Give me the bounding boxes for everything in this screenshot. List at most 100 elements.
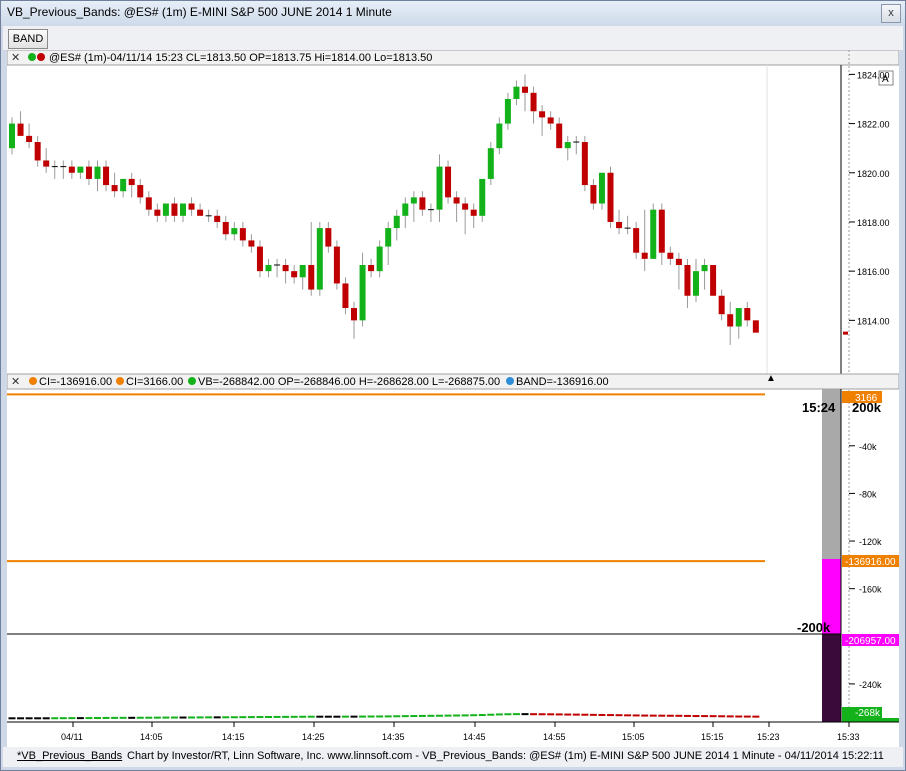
indicator-tick-label: -160k — [859, 585, 882, 595]
time-tick-label: 14:35 — [382, 732, 405, 742]
candle-body — [496, 123, 503, 149]
candle-body — [43, 160, 50, 167]
candle-body — [77, 166, 84, 173]
candle-body — [393, 215, 400, 229]
down-bar-swatch-icon — [37, 53, 45, 61]
candle-body — [744, 308, 751, 321]
candle-body — [342, 283, 349, 309]
candle-body — [616, 221, 623, 229]
ci2-readout: CI=3166.00 — [126, 376, 183, 388]
price-tick-label: 1824.00 — [857, 70, 890, 80]
price-header-text: @ES# (1m)-04/11/14 15:23 CL=1813.50 OP=1… — [49, 52, 432, 64]
price-tick-label: 1820.00 — [857, 169, 890, 179]
time-tick-label: 15:05 — [622, 732, 645, 742]
candle-body — [299, 265, 306, 278]
vb-swatch-icon — [188, 377, 196, 385]
candle-body — [522, 86, 528, 93]
dark-range-bar — [822, 634, 841, 722]
candle-body — [368, 265, 375, 272]
candle-body — [145, 197, 152, 210]
candle-body — [137, 185, 144, 198]
indicator-tick-label: -120k — [859, 537, 882, 547]
time-cursor-icon: ▲ — [766, 373, 776, 384]
time-marker-label: 15:24 — [802, 400, 836, 415]
candle-body — [231, 228, 238, 235]
candle-body — [684, 265, 691, 296]
price-tick-label: 1814.00 — [857, 316, 890, 326]
candle-body — [333, 246, 340, 284]
candle-body — [470, 209, 477, 216]
candle-body — [171, 203, 178, 216]
candle-body — [239, 228, 246, 241]
candle-body — [479, 178, 486, 216]
price-pane-close-icon[interactable]: ✕ — [11, 52, 20, 64]
title-bar: VB_Previous_Bands: @ES# (1m) E-MINI S&P … — [1, 1, 905, 25]
price-tick-label: 1818.00 — [857, 218, 890, 228]
candle-body — [735, 308, 742, 327]
lower-marker-label: -206957.00 — [845, 636, 896, 647]
last-price-tick — [843, 331, 848, 335]
price-tick-label: 1816.00 — [857, 267, 890, 277]
price-scale: 1814.00 1816.00 1818.00 1820.00 1822.00 1824.… — [849, 70, 890, 326]
close-button[interactable]: x — [881, 4, 901, 23]
candle-body — [513, 86, 520, 99]
candle-body — [128, 178, 135, 186]
candle-body — [180, 203, 186, 216]
candle-body — [325, 228, 332, 247]
toolbar: BAND — [3, 26, 903, 50]
candle-body — [154, 209, 161, 216]
candle-body — [17, 123, 24, 136]
upper-marker-label: 3166 — [855, 393, 878, 404]
candle-body — [419, 197, 426, 210]
candle-body — [667, 252, 674, 259]
ci1-readout: CI=-136916.00 — [39, 376, 112, 388]
price-tick-label: 1822.00 — [857, 120, 890, 130]
band-button[interactable]: BAND — [8, 29, 48, 49]
candle-body — [188, 203, 195, 210]
time-tick-label: 15:23 — [757, 732, 780, 742]
status-text: Chart by Investor/RT, Linn Software, Inc… — [127, 750, 884, 762]
price-pane — [9, 74, 848, 345]
candle-body — [410, 197, 417, 204]
candle-body — [34, 142, 41, 161]
candle-body — [351, 308, 357, 321]
indicator-pane-close-icon[interactable]: ✕ — [11, 376, 20, 388]
candle-body — [308, 265, 315, 290]
candle-body — [693, 271, 699, 296]
candle-body — [248, 240, 255, 247]
candle-body — [641, 252, 648, 259]
chart-name-link[interactable]: *VB_Previous_Bands — [17, 750, 122, 762]
band-readout: BAND=-136916.00 — [516, 376, 609, 388]
chart-area[interactable]: ✕ @ES# (1m)-04/11/14 15:23 CL=1813.50 OP… — [7, 50, 899, 747]
scale-low-label: -200k — [797, 620, 831, 635]
candle-body — [658, 209, 665, 253]
candle-body — [436, 166, 443, 210]
candle-body — [539, 111, 546, 118]
candle-body — [504, 98, 511, 124]
candle-body — [556, 123, 563, 149]
candle-body — [462, 203, 469, 210]
time-tick-label: 14:45 — [463, 732, 486, 742]
window-title: VB_Previous_Bands: @ES# (1m) E-MINI S&P … — [7, 5, 392, 19]
vb-bottom-marker-box — [842, 718, 899, 722]
candle-body — [120, 178, 127, 192]
indicator-tick-label: -80k — [859, 489, 877, 499]
time-tick-label: 15:15 — [701, 732, 724, 742]
candle-body — [590, 185, 597, 204]
candle-body — [385, 228, 392, 247]
candle-body — [547, 117, 554, 124]
time-tick-label: 14:05 — [140, 732, 163, 742]
candle-body — [402, 203, 409, 216]
candle-body — [581, 142, 588, 186]
candle-body — [564, 142, 571, 149]
candle-body — [727, 314, 734, 327]
candle-body — [103, 166, 110, 186]
time-tick-label: 14:25 — [302, 732, 325, 742]
candle-body — [316, 228, 323, 290]
candle-body — [85, 166, 92, 179]
candle-body — [718, 295, 725, 315]
candle-body — [214, 215, 221, 222]
candle-body — [26, 135, 33, 143]
time-tick-label: 15:33 — [837, 732, 860, 742]
candle-body — [530, 92, 537, 112]
